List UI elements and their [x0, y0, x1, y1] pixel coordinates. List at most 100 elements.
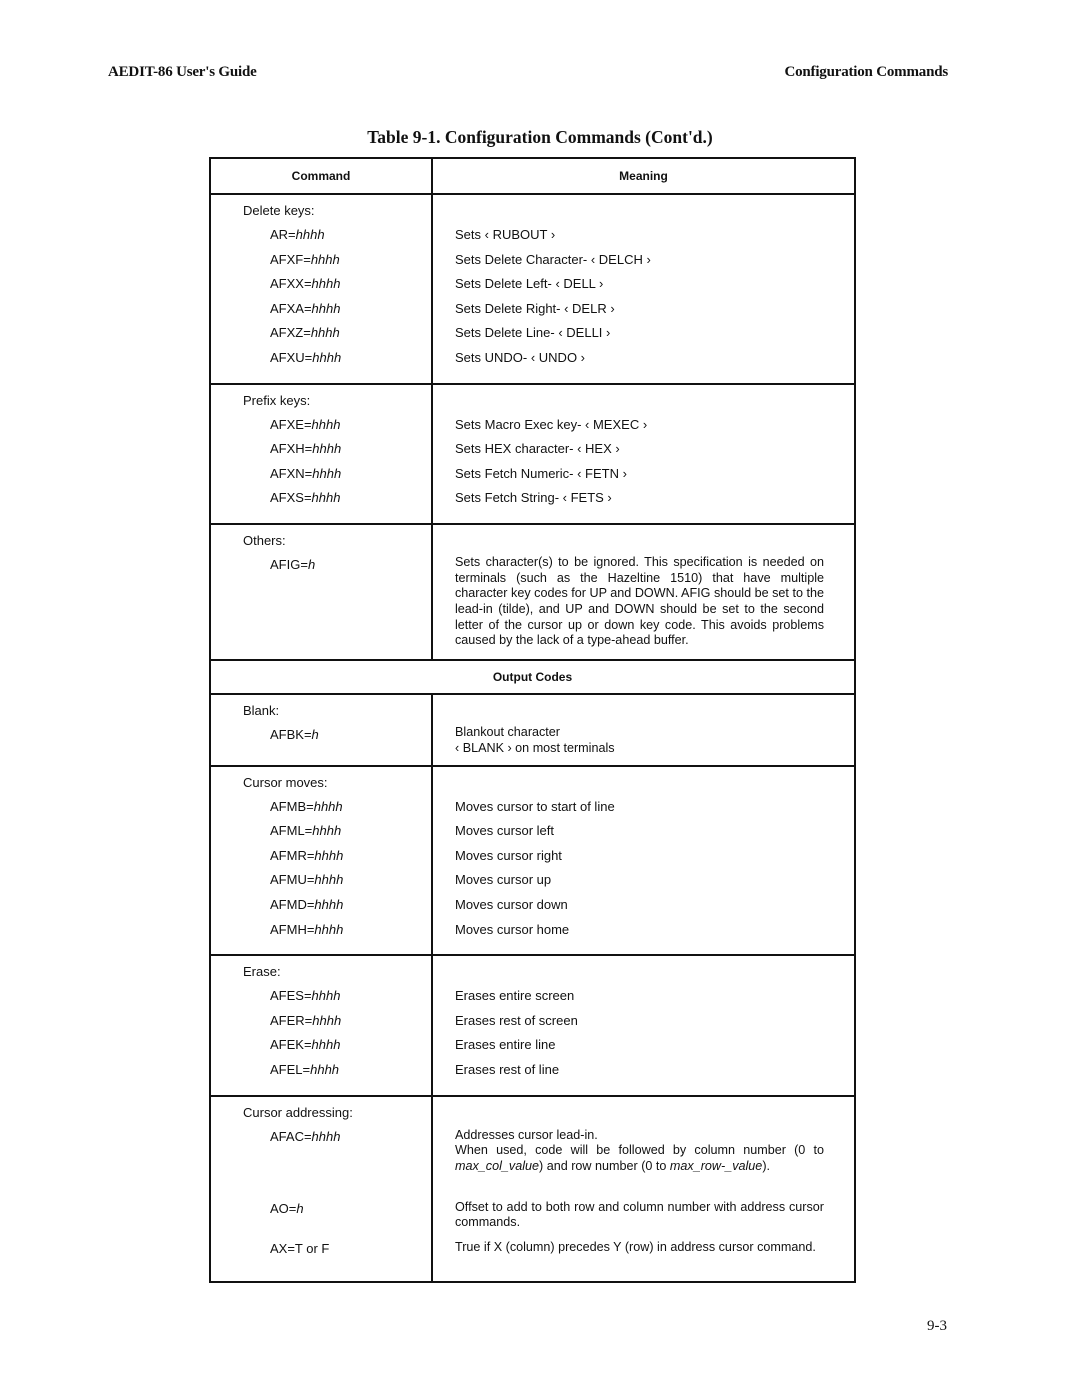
group-cursor-addressing: Cursor addressing: AFAC=hhhh AO=h AX=T o…	[211, 1094, 854, 1281]
command-name: AFML=	[270, 823, 313, 839]
meaning-line: When used, code will be followed by colu…	[455, 1143, 824, 1173]
command-name: AX=T or F	[270, 1240, 330, 1256]
command-name: AFMH=	[270, 921, 315, 937]
command-name: AFER=	[270, 1012, 313, 1028]
command-name: AFMD=	[270, 896, 315, 912]
command-arg: hhhh	[311, 490, 341, 506]
meaning-cell: Addresses cursor lead-in. When used, cod…	[455, 1128, 824, 1192]
meaning-cell: Erases rest of screen	[455, 1012, 578, 1028]
command-cell: AFES=hhhh	[243, 988, 431, 1004]
command-cell: AFMR=hhhh	[243, 848, 431, 864]
command-name: AFXN=	[270, 465, 313, 481]
meaning-cell: Sets UNDO- ‹ UNDO ›	[455, 349, 585, 365]
command-cell: AFXX=hhhh	[243, 276, 431, 292]
command-cell: AFMD=hhhh	[243, 897, 431, 913]
group-prefix-keys: Prefix keys: AFXE=hhhh AFXH=hhhh AFXN=hh…	[211, 382, 854, 523]
command-arg: h	[307, 556, 316, 572]
group-label: Others:	[243, 532, 286, 548]
meaning-cell: Erases entire screen	[455, 988, 575, 1004]
meaning-cell: Sets Delete Right- ‹ DELR ›	[455, 300, 615, 316]
command-arg: hhhh	[312, 349, 342, 365]
meaning-cell: Erases entire line	[455, 1037, 556, 1053]
command-name: AFXH=	[270, 441, 313, 457]
command-cell: AFER=hhhh	[243, 1013, 431, 1029]
command-cell: AFXF=hhhh	[243, 252, 431, 268]
table-header-row: Command Meaning	[211, 159, 854, 193]
command-name: AFXU=	[270, 349, 313, 365]
command-cell: AFXS=hhhh	[243, 490, 431, 506]
page-number: 9-3	[927, 1318, 947, 1334]
command-arg: hhhh	[311, 1037, 341, 1053]
column-header-meaning: Meaning	[619, 169, 668, 183]
command-name: AFEK=	[270, 1037, 312, 1053]
command-cell: AFXE=hhhh	[243, 417, 431, 433]
command-cell: AFMU=hhhh	[243, 872, 431, 888]
meaning-cell: Moves cursor up	[455, 872, 552, 888]
meaning-cell: Moves cursor right	[455, 847, 562, 863]
meaning-cell: Sets Macro Exec key- ‹ MEXEC ›	[455, 416, 648, 432]
command-name: AFMU=	[270, 872, 315, 888]
meaning-cell: Sets Fetch Numeric- ‹ FETN ›	[455, 465, 627, 481]
command-cell: AFMB=hhhh	[243, 799, 431, 815]
command-cell: AFIG=h	[243, 557, 431, 573]
group-cursor-moves: Cursor moves: AFMB=hhhh AFML=hhhh AFMR=h…	[211, 764, 854, 955]
meaning-cell: Sets Delete Line- ‹ DELLI ›	[455, 325, 611, 341]
section-header-output-codes: Output Codes	[492, 670, 573, 685]
command-name: AFBK=	[270, 727, 312, 743]
meaning-line: ‹ BLANK › on most terminals	[455, 740, 615, 755]
command-arg: hhhh	[313, 798, 343, 814]
meaning-cell: Sets Delete Character- ‹ DELCH ›	[455, 251, 651, 267]
meaning-cell: Moves cursor down	[455, 896, 568, 912]
command-name: AFXZ=	[270, 325, 311, 341]
meaning-line: Blankout character	[455, 725, 561, 740]
command-cell: AFXZ=hhhh	[243, 325, 431, 341]
group-label: Blank:	[243, 703, 280, 719]
command-arg: hhhh	[311, 416, 341, 432]
command-arg: hhhh	[311, 276, 341, 292]
command-cell: AFXH=hhhh	[243, 441, 431, 457]
command-arg: hhhh	[314, 847, 344, 863]
command-cell: AX=T or F	[243, 1241, 431, 1273]
command-cell: AFBK=h	[243, 727, 431, 743]
command-name: AFAC=	[270, 1128, 312, 1144]
command-cell: AR=hhhh	[243, 227, 431, 243]
section-header-row: Output Codes	[211, 659, 854, 693]
command-arg: hhhh	[312, 465, 342, 481]
command-arg: h	[311, 727, 319, 743]
meaning-cell: Blankout character ‹ BLANK › on most ter…	[455, 725, 824, 756]
group-label: Prefix keys:	[243, 392, 311, 408]
command-arg: hhhh	[314, 872, 344, 888]
command-name: AFES=	[270, 988, 312, 1004]
command-arg: hhhh	[295, 227, 325, 242]
meaning-cell: Erases rest of line	[455, 1061, 560, 1077]
command-arg: hhhh	[310, 251, 340, 267]
command-arg: hhhh	[311, 300, 341, 316]
group-label: Cursor moves:	[243, 774, 328, 790]
command-arg: hhhh	[312, 1012, 342, 1028]
meaning-cell: Sets Fetch String- ‹ FETS ›	[455, 490, 612, 506]
group-erase: Erase: AFES=hhhh AFER=hhhh AFEK=hhhh AFE…	[211, 954, 854, 1095]
command-arg: hhhh	[311, 988, 341, 1004]
command-name: AFXX=	[270, 276, 312, 292]
meaning-cell: Sets ‹ RUBOUT ›	[455, 227, 556, 242]
command-arg: hhhh	[312, 441, 342, 457]
meaning-cell: Moves cursor left	[455, 823, 554, 839]
meaning-cell: Sets character(s) to be ignored. This sp…	[455, 554, 824, 648]
command-arg: hhhh	[311, 1128, 341, 1144]
command-arg: hhhh	[312, 823, 342, 839]
command-cell: AFML=hhhh	[243, 823, 431, 839]
meaning-cell: Moves cursor home	[455, 921, 570, 937]
command-arg: hhhh	[310, 325, 340, 341]
command-cell: AFEL=hhhh	[243, 1062, 431, 1078]
command-cell: AFEK=hhhh	[243, 1037, 431, 1053]
configuration-commands-table: Command Meaning Delete keys: AR=hhhh AFX…	[209, 157, 856, 1283]
command-arg: hhhh	[314, 896, 344, 912]
command-name: AFMB=	[270, 798, 314, 814]
command-arg: hhhh	[310, 1061, 340, 1077]
meaning-cell: Moves cursor to start of line	[455, 798, 615, 814]
command-name: AFXS=	[270, 490, 312, 506]
command-cell: AFAC=hhhh	[243, 1129, 431, 1193]
group-label: Delete keys:	[243, 203, 315, 218]
table-title: Table 9-1. Configuration Commands (Cont'…	[367, 127, 713, 147]
command-arg: h	[296, 1200, 304, 1216]
